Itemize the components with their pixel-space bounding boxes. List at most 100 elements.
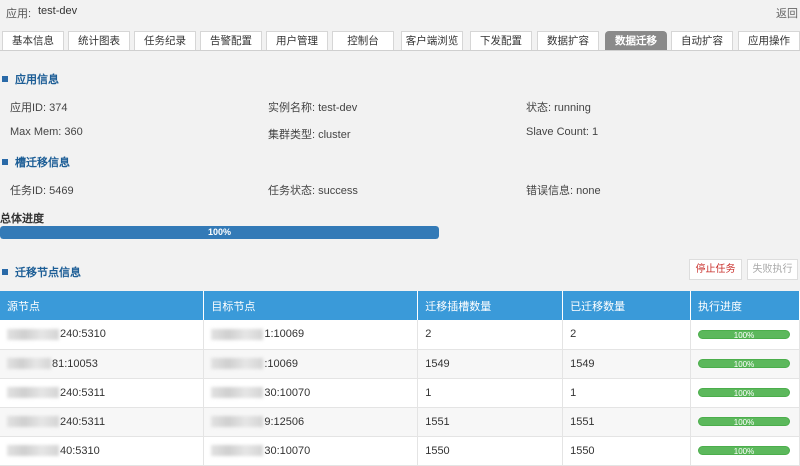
progress-cell: 100% [690,349,800,379]
target-cell: 30:10070 [203,378,419,408]
app-id: 应用ID: 374 [10,102,68,114]
table-row: 240:5311 9:12506 1551 1551 100% [0,407,800,437]
source-node: 240:5311 [60,386,106,399]
migration-info-title-text: 槽迁移信息 [15,157,70,169]
table-row: 81:10053 :10069 1549 1549 100% [0,349,800,379]
source-cell: 40:5310 [0,436,205,466]
table-header-row: 源节点 目标节点 迁移插槽数量 已迁移数量 执行进度 [0,291,800,320]
nodes-section-title-text: 迁移节点信息 [15,267,81,279]
migrated-cell: 1550 [562,436,691,466]
redacted-ip [7,445,59,457]
col-target-node: 目标节点 [203,291,419,320]
app-info-title: 应用信息 [2,71,59,87]
progress-cell: 100% [690,436,800,466]
source-node: 81:10053 [52,357,98,370]
overall-progress-label: 总体进度 [0,213,44,225]
slave-count: Slave Count: 1 [526,126,599,138]
slots-cell: 1549 [417,349,564,379]
tab-auto-scale[interactable]: 自动扩容 [671,31,733,50]
tab-data-migration[interactable]: 数据迁移 [605,31,667,50]
col-migrated-count: 已迁移数量 [562,291,691,320]
cluster-type: 集群类型: cluster [268,129,351,141]
table-row: 240:5311 30:10070 1 1 100% [0,378,800,408]
redacted-ip [211,328,264,340]
row-progress-bar: 100% [697,388,790,398]
progress-cell: 100% [690,378,800,408]
redacted-ip [211,387,264,399]
progress-cell: 100% [690,320,800,350]
migrated-cell: 1 [562,378,691,408]
source-cell: 81:10053 [0,349,205,379]
tab-basic-info[interactable]: 基本信息 [2,31,64,50]
redacted-ip [7,328,59,340]
slots-cell: 2 [417,320,564,350]
migration-nodes-table: 源节点 目标节点 迁移插槽数量 已迁移数量 执行进度 240:5310 1:10… [0,291,800,466]
redacted-ip [7,416,59,428]
migrated-cell: 1549 [562,349,691,379]
col-progress: 执行进度 [690,291,800,320]
tab-stat-charts[interactable]: 统计图表 [68,31,130,50]
slots-cell: 1551 [417,407,564,437]
app-status: 状态: running [526,102,591,114]
source-node: 240:5310 [60,328,106,341]
tab-user-management[interactable]: 用户管理 [266,31,328,50]
target-cell: :10069 [203,349,419,379]
target-cell: 30:10070 [203,436,419,466]
source-node: 240:5311 [60,415,106,428]
redacted-ip [211,416,264,428]
source-cell: 240:5310 [0,320,205,350]
migrated-cell: 1551 [562,407,691,437]
app-name: test-dev [38,5,78,17]
col-slot-count: 迁移插槽数量 [417,291,564,320]
tab-client-browse[interactable]: 客户端浏览 [401,31,463,50]
app-info-title-text: 应用信息 [15,74,59,86]
progress-cell: 100% [690,407,800,437]
source-node: 40:5310 [60,444,100,457]
col-source-node: 源节点 [0,291,205,320]
redacted-ip [211,358,264,370]
target-cell: 9:12506 [203,407,419,437]
slots-cell: 1 [417,378,564,408]
tab-alert-config[interactable]: 告警配置 [200,31,262,50]
stop-task-button[interactable]: 停止任务 [689,259,742,280]
tab-data-scaleout[interactable]: 数据扩容 [537,31,599,50]
target-node: 30:10070 [264,386,311,399]
migrated-cell: 2 [562,320,691,350]
slots-cell: 1550 [417,436,564,466]
max-mem: Max Mem: 360 [10,126,83,138]
tab-console[interactable]: 控制台 [332,31,394,50]
overall-progress-fill: 100% [0,226,439,239]
tab-deploy-config[interactable]: 下发配置 [470,31,532,50]
table-row: 40:5310 30:10070 1550 1550 100% [0,436,800,466]
back-link[interactable]: 返回 [776,5,798,21]
migration-info-title: 槽迁移信息 [2,154,70,170]
overall-progress-bar: 100% [0,226,439,239]
target-cell: 1:10069 [203,320,419,350]
row-progress-bar: 100% [697,329,790,340]
nodes-section-title: 迁移节点信息 [2,264,81,280]
table-row: 240:5310 1:10069 2 2 100% [0,320,800,350]
redacted-ip [7,358,51,370]
tab-task-records[interactable]: 任务纪录 [134,31,196,50]
task-status: 任务状态: success [268,185,358,197]
tab-app-operations[interactable]: 应用操作 [738,31,800,50]
redacted-ip [7,387,59,399]
task-id: 任务ID: 5469 [10,185,74,197]
target-node: 1:10069 [264,328,305,341]
row-progress-bar: 100% [697,446,790,456]
target-node: 9:12506 [264,415,305,428]
target-node: :10069 [264,357,299,370]
source-cell: 240:5311 [0,378,205,408]
app-label: 应用: [6,8,32,20]
section-marker-icon [2,76,8,82]
row-progress-bar: 100% [697,359,790,369]
app-header: 应用: test-dev 返回 [0,0,800,22]
section-marker-icon [2,269,8,275]
redacted-ip [211,445,264,457]
section-marker-icon [2,159,8,165]
target-node: 30:10070 [264,444,311,457]
retry-failed-button[interactable]: 失败执行 [747,259,798,280]
error-info: 错误信息: none [526,185,601,197]
tab-bar: 基本信息 统计图表 任务纪录 告警配置 用户管理 控制台 客户端浏览 下发配置 … [0,31,800,51]
instance-name: 实例名称: test-dev [268,102,358,114]
